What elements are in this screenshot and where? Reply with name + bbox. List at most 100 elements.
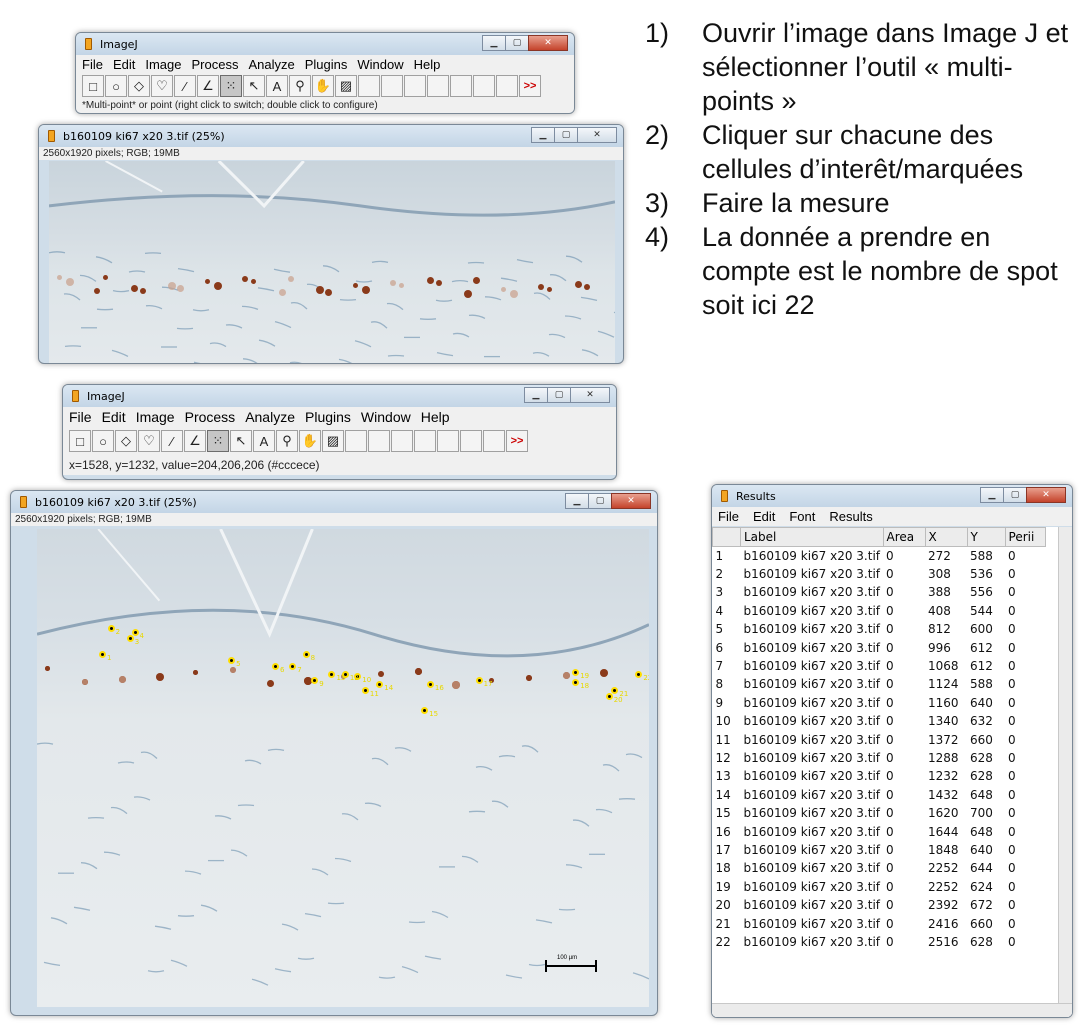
table-row[interactable]: 10 b160109 ki67 x20 3.tif 0 1340 632 0 — [713, 712, 1046, 730]
minimize-button[interactable]: ▁ — [980, 487, 1004, 503]
menu-results[interactable]: Results — [829, 509, 872, 524]
minimize-button[interactable]: ▁ — [524, 387, 548, 403]
menu-plugins[interactable]: Plugins — [305, 409, 351, 425]
empty-tool-slot[interactable] — [345, 430, 367, 452]
imagej-titlebar[interactable]: ImageJ ▁ ▢ ✕ — [76, 33, 574, 55]
wand-icon[interactable]: ↖ — [243, 75, 265, 97]
line-icon[interactable]: ⁄ — [161, 430, 183, 452]
menu-edit[interactable]: Edit — [113, 57, 135, 72]
results-titlebar[interactable]: Results ▁ ▢ ✕ — [712, 485, 1072, 507]
rect-icon[interactable]: □ — [69, 430, 91, 452]
empty-tool-slot[interactable] — [358, 75, 380, 97]
close-button[interactable]: ✕ — [570, 387, 610, 403]
table-row[interactable]: 18 b160109 ki67 x20 3.tif 0 2252 644 0 — [713, 859, 1046, 877]
multipoint-icon[interactable]: ⁙ — [220, 75, 242, 97]
tissue-image[interactable] — [49, 161, 615, 363]
menu-font[interactable]: Font — [789, 509, 815, 524]
dropper-icon[interactable]: ▨ — [335, 75, 357, 97]
table-row[interactable]: 2 b160109 ki67 x20 3.tif 0 308 536 0 — [713, 565, 1046, 583]
table-row[interactable]: 1 b160109 ki67 x20 3.tif 0 272 588 0 — [713, 547, 1046, 565]
menu-plugins[interactable]: Plugins — [305, 57, 348, 72]
maximize-button[interactable]: ▢ — [554, 127, 578, 143]
empty-tool-slot[interactable] — [404, 75, 426, 97]
empty-tool-slot[interactable] — [427, 75, 449, 97]
maximize-button[interactable]: ▢ — [547, 387, 571, 403]
table-row[interactable]: 15 b160109 ki67 x20 3.tif 0 1620 700 0 — [713, 804, 1046, 822]
zoom-icon[interactable]: ⚲ — [276, 430, 298, 452]
menu-image[interactable]: Image — [145, 57, 181, 72]
maximize-button[interactable]: ▢ — [505, 35, 529, 51]
multipoint-marker[interactable] — [107, 625, 115, 632]
table-row[interactable]: 8 b160109 ki67 x20 3.tif 0 1124 588 0 — [713, 675, 1046, 693]
multipoint-marker[interactable] — [272, 663, 280, 670]
table-row[interactable]: 21 b160109 ki67 x20 3.tif 0 2416 660 0 — [713, 914, 1046, 932]
table-row[interactable]: 20 b160109 ki67 x20 3.tif 0 2392 672 0 — [713, 896, 1046, 914]
zoom-icon[interactable]: ⚲ — [289, 75, 311, 97]
table-row[interactable]: 14 b160109 ki67 x20 3.tif 0 1432 648 0 — [713, 786, 1046, 804]
hand-icon[interactable]: ✋ — [299, 430, 321, 452]
column-header[interactable]: Perii — [1004, 527, 1046, 547]
empty-tool-slot[interactable] — [460, 430, 482, 452]
empty-tool-slot[interactable] — [391, 430, 413, 452]
empty-tool-slot[interactable] — [450, 75, 472, 97]
close-button[interactable]: ✕ — [611, 493, 651, 509]
menu-help[interactable]: Help — [421, 409, 450, 425]
multipoint-marker[interactable] — [131, 629, 139, 636]
table-row[interactable]: 4 b160109 ki67 x20 3.tif 0 408 544 0 — [713, 602, 1046, 620]
empty-tool-slot[interactable] — [496, 75, 518, 97]
column-header[interactable]: X — [924, 527, 968, 547]
freehand-icon[interactable]: ♡ — [138, 430, 160, 452]
menu-process[interactable]: Process — [192, 57, 239, 72]
empty-tool-slot[interactable] — [381, 75, 403, 97]
horizontal-scrollbar[interactable] — [712, 1003, 1072, 1017]
hand-icon[interactable]: ✋ — [312, 75, 334, 97]
table-row[interactable]: 22 b160109 ki67 x20 3.tif 0 2516 628 0 — [713, 933, 1046, 951]
menu-analyze[interactable]: Analyze — [248, 57, 294, 72]
column-header[interactable]: Label — [740, 527, 884, 547]
more-tools-button[interactable]: >> — [519, 75, 541, 97]
table-row[interactable]: 5 b160109 ki67 x20 3.tif 0 812 600 0 — [713, 620, 1046, 638]
table-row[interactable]: 12 b160109 ki67 x20 3.tif 0 1288 628 0 — [713, 749, 1046, 767]
column-header[interactable]: Area — [882, 527, 926, 547]
table-row[interactable]: 3 b160109 ki67 x20 3.tif 0 388 556 0 — [713, 583, 1046, 601]
table-row[interactable]: 13 b160109 ki67 x20 3.tif 0 1232 628 0 — [713, 767, 1046, 785]
polygon-icon[interactable]: ◇ — [115, 430, 137, 452]
oval-icon[interactable]: ○ — [92, 430, 114, 452]
multipoint-marker[interactable] — [126, 635, 134, 642]
imagej-titlebar[interactable]: ImageJ ▁ ▢ ✕ — [63, 385, 616, 407]
multipoint-marker[interactable] — [228, 657, 236, 664]
wand-icon[interactable]: ↖ — [230, 430, 252, 452]
menu-window[interactable]: Window — [357, 57, 403, 72]
menu-analyze[interactable]: Analyze — [245, 409, 295, 425]
multipoint-marker[interactable] — [426, 681, 434, 688]
menu-process[interactable]: Process — [185, 409, 236, 425]
menu-file[interactable]: File — [69, 409, 92, 425]
empty-tool-slot[interactable] — [368, 430, 390, 452]
empty-tool-slot[interactable] — [414, 430, 436, 452]
table-row[interactable]: 17 b160109 ki67 x20 3.tif 0 1848 640 0 — [713, 841, 1046, 859]
multipoint-marker[interactable] — [475, 677, 483, 684]
line-icon[interactable]: ⁄ — [174, 75, 196, 97]
more-tools-button[interactable]: >> — [506, 430, 528, 452]
multipoint-marker[interactable] — [605, 693, 613, 700]
table-row[interactable]: 6 b160109 ki67 x20 3.tif 0 996 612 0 — [713, 638, 1046, 656]
dropper-icon[interactable]: ▨ — [322, 430, 344, 452]
polygon-icon[interactable]: ◇ — [128, 75, 150, 97]
tissue-image[interactable]: 100 µm 1 2 3 4 5 6 7 8 9 10 11 12 13 14 15 16 17 18 19 20 21… — [37, 529, 649, 1007]
column-header[interactable]: Y — [966, 527, 1006, 547]
table-row[interactable]: 16 b160109 ki67 x20 3.tif 0 1644 648 0 — [713, 822, 1046, 840]
vertical-scrollbar[interactable] — [1058, 527, 1072, 1017]
empty-tool-slot[interactable] — [473, 75, 495, 97]
angle-icon[interactable]: ∠ — [184, 430, 206, 452]
empty-tool-slot[interactable] — [437, 430, 459, 452]
menu-file[interactable]: File — [718, 509, 739, 524]
maximize-button[interactable]: ▢ — [1003, 487, 1027, 503]
table-row[interactable]: 11 b160109 ki67 x20 3.tif 0 1372 660 0 — [713, 730, 1046, 748]
table-row[interactable]: 19 b160109 ki67 x20 3.tif 0 2252 624 0 — [713, 878, 1046, 896]
menu-file[interactable]: File — [82, 57, 103, 72]
menu-window[interactable]: Window — [361, 409, 411, 425]
minimize-button[interactable]: ▁ — [482, 35, 506, 51]
empty-tool-slot[interactable] — [483, 430, 505, 452]
text-icon[interactable]: A — [266, 75, 288, 97]
multipoint-marker[interactable] — [361, 687, 369, 694]
